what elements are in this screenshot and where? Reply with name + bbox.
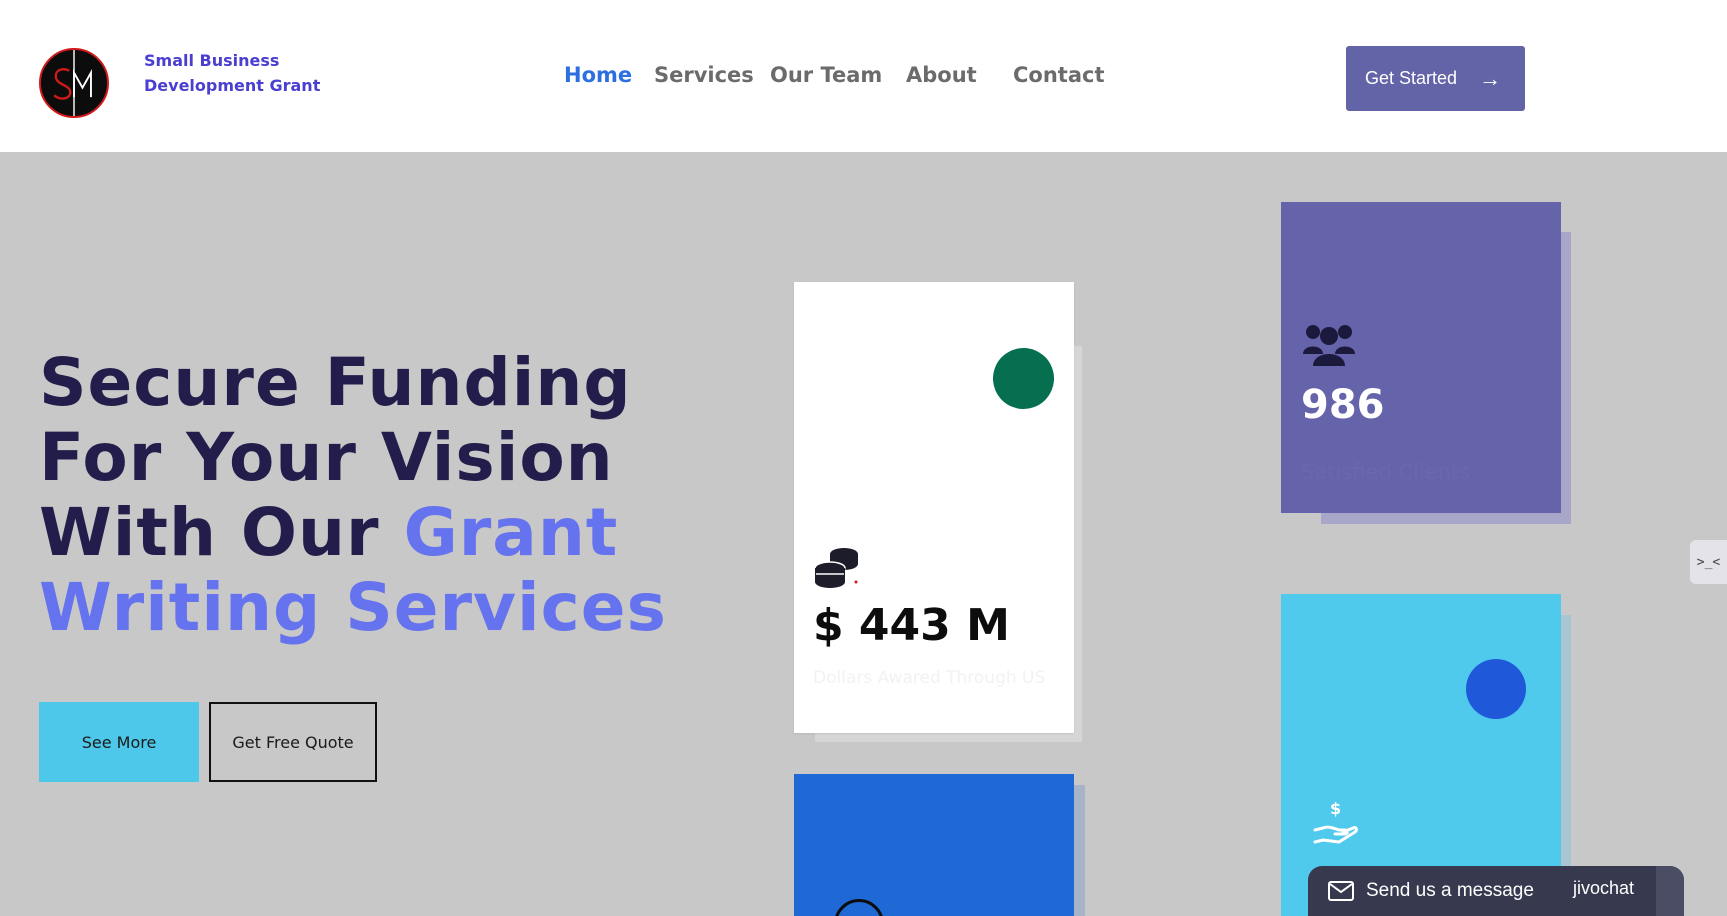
- hero-title: Secure Funding For Your Vision With Our …: [39, 345, 667, 645]
- widget-icon: >_<: [1696, 554, 1721, 570]
- brand-name[interactable]: Small Business Development Grant: [144, 48, 320, 98]
- circle-outline-icon: [834, 899, 884, 916]
- get-free-quote-button[interactable]: Get Free Quote: [209, 702, 377, 782]
- hero-title-line-4: Writing Services: [39, 569, 667, 646]
- coins-icon: [814, 548, 858, 588]
- chat-brand: jivochat: [1573, 878, 1635, 898]
- brand-line-1: Small Business: [144, 51, 280, 70]
- nav-item-contact[interactable]: Contact: [1013, 63, 1105, 87]
- sm-logo-icon: [53, 50, 92, 116]
- arrow-right-icon: →: [1479, 65, 1502, 91]
- chat-label: Send us a message: [1366, 880, 1534, 901]
- clients-stat-card: 986 Satisfied Clients: [1281, 202, 1561, 513]
- nav-item-home[interactable]: Home: [564, 63, 632, 87]
- clients-caption: Satisfied Clients: [1301, 460, 1471, 484]
- svg-text:$: $: [1330, 800, 1341, 818]
- hero-title-line-1: Secure Funding: [39, 344, 632, 421]
- decorative-dot: [993, 348, 1054, 409]
- nav-item-services[interactable]: Services: [654, 63, 754, 87]
- hero-title-line-3: With Our Grant: [39, 495, 667, 570]
- hero-title-line-3-prefix: With Our: [39, 494, 404, 571]
- brand-line-2: Development Grant: [144, 76, 321, 95]
- blue-stat-card: [794, 774, 1074, 916]
- hero-title-line-2: For Your Vision: [39, 419, 614, 496]
- hero-title-accent-grant: Grant: [403, 494, 619, 571]
- chat-avatar-corner: [1656, 866, 1684, 916]
- users-icon: [1303, 325, 1355, 366]
- get-started-button[interactable]: Get Started →: [1346, 46, 1525, 111]
- site-header: Small Business Development Grant Home Se…: [0, 0, 1727, 152]
- nav-item-our-team[interactable]: Our Team: [770, 63, 882, 87]
- chat-widget-bar[interactable]: Send us a message jivochat: [1308, 866, 1684, 916]
- mail-icon: [1328, 881, 1354, 901]
- funding-caption: Dollars Awared Through US: [813, 668, 1046, 688]
- hand-dollar-icon: $: [1313, 800, 1358, 844]
- get-started-label: Get Started: [1365, 68, 1458, 88]
- nav-item-about[interactable]: About: [906, 63, 977, 87]
- side-widget-tab[interactable]: >_<: [1690, 540, 1727, 584]
- brand-logo[interactable]: [39, 48, 109, 118]
- funding-stat-card: $ 443 M Dollars Awared Through US: [794, 282, 1074, 733]
- see-more-button[interactable]: See More: [39, 702, 199, 782]
- decorative-dot: [1466, 659, 1526, 719]
- funding-value: $ 443 M: [813, 600, 1010, 651]
- clients-value: 986: [1301, 382, 1385, 428]
